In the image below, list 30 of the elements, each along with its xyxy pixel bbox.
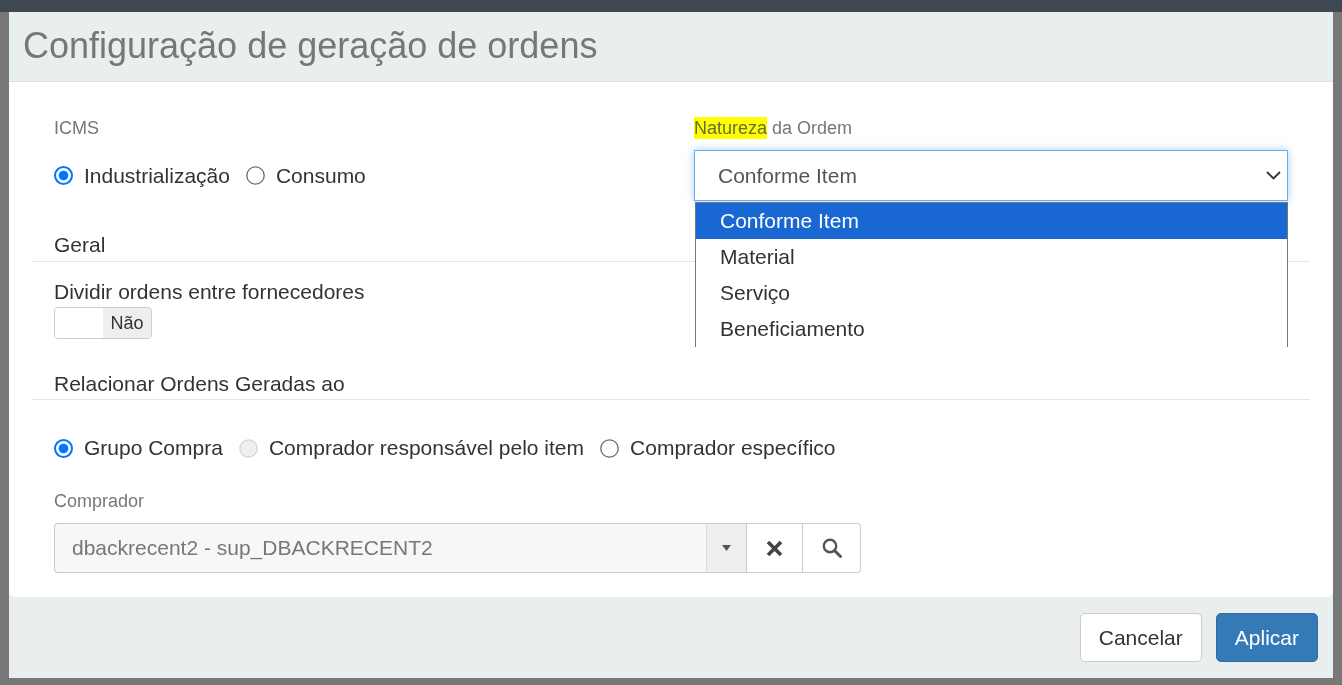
radio-label[interactable]: Grupo Compra: [84, 436, 223, 460]
section-title: Geral: [54, 233, 106, 257]
radio-label[interactable]: Consumo: [275, 163, 366, 188]
apply-button[interactable]: Aplicar: [1215, 613, 1318, 662]
radio-label[interactable]: Comprador específico: [630, 436, 836, 460]
dropdown-option[interactable]: Serviço: [696, 275, 1287, 311]
search-button[interactable]: [803, 523, 861, 573]
dialog-title: Configuração de geração de ordens: [23, 26, 598, 66]
section-title: Relacionar Ordens Geradas ao: [54, 372, 345, 396]
radio-button[interactable]: [245, 166, 265, 185]
dropdown-option[interactable]: Conforme Item: [696, 203, 1287, 239]
field-label: ICMS: [54, 117, 99, 139]
field-label: Dividir ordens entre fornecedores: [54, 280, 365, 304]
dropdown-option[interactable]: Beneficiamento: [696, 311, 1287, 347]
toggle-switch[interactable]: Não: [54, 307, 152, 339]
field-label: Comprador: [54, 490, 145, 512]
search-icon: [821, 538, 842, 558]
dropdown-option[interactable]: Material: [696, 239, 1287, 275]
radio-button[interactable]: [600, 438, 620, 458]
select-field[interactable]: Conforme Item: [694, 150, 1288, 201]
input-field[interactable]: dbackrecent2 - sup_DBACKRECENT2: [54, 523, 706, 573]
close-icon: [766, 539, 783, 557]
radio-button[interactable]: [54, 166, 73, 185]
clear-button[interactable]: [746, 523, 803, 573]
radio-button[interactable]: [54, 438, 73, 458]
field-label: Natureza da Ordem: [694, 117, 853, 139]
cancel-button[interactable]: Cancelar: [1079, 613, 1202, 662]
chevron-down-icon: [1266, 171, 1281, 180]
caret-down-icon: [722, 545, 731, 551]
radio-label[interactable]: Industrialização: [84, 163, 230, 188]
